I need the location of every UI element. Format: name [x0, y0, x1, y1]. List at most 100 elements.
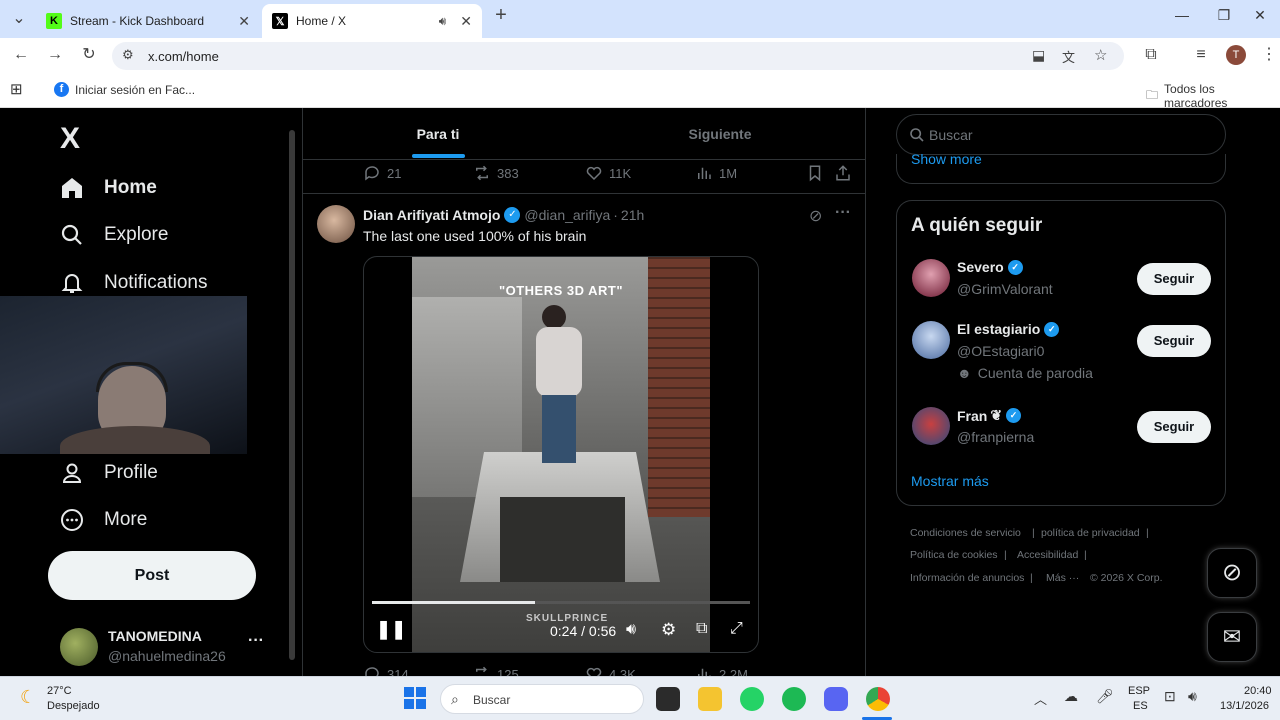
repost-action[interactable]: 125 [473, 665, 519, 676]
suggestion-estagiario[interactable]: El estagiario ✓ @OEstagiari0 ☻ Cuenta de… [897, 317, 1225, 387]
like-action[interactable]: 11K [585, 164, 631, 182]
follow-button[interactable]: Seguir [1137, 411, 1211, 443]
whatsapp-icon[interactable] [740, 687, 764, 711]
video-progress-track[interactable] [372, 601, 750, 604]
nav-more[interactable]: More [60, 508, 147, 532]
messages-float-button[interactable]: ✉ [1207, 612, 1257, 662]
like-action[interactable]: 4.3K [585, 665, 636, 676]
post-author-handle[interactable]: @dian_arifiya [524, 207, 610, 223]
bookmark-action[interactable] [806, 164, 830, 182]
weather-desc[interactable]: Despejado [47, 700, 100, 712]
footer-privacy[interactable]: política de privacidad [1041, 527, 1140, 539]
spotify-icon[interactable] [782, 687, 806, 711]
back-button[interactable]: ← [10, 44, 32, 66]
tab-siguiente[interactable]: Siguiente [645, 108, 795, 158]
task-view-icon[interactable] [656, 687, 680, 711]
suggestion-name: Severo ✓ [957, 259, 1023, 275]
site-info-icon[interactable]: ⚙ [122, 47, 134, 63]
language-top[interactable]: ESP [1128, 685, 1150, 697]
nav-profile[interactable]: Profile [60, 461, 158, 485]
footer-terms[interactable]: Condiciones de servicio [910, 527, 1021, 539]
pip-icon[interactable]: ⧉ [696, 620, 707, 638]
reply-action[interactable]: 21 [363, 164, 401, 182]
tray-chevron-icon[interactable]: ︿ [1034, 689, 1047, 708]
tab-search-icon[interactable]: ⌄ [8, 8, 30, 30]
onedrive-icon[interactable]: ☁ [1064, 688, 1078, 705]
clock-time[interactable]: 20:40 [1244, 685, 1272, 697]
tab-home-x[interactable]: 𝕏 Home / X 🔊︎ ✕ [262, 4, 482, 38]
install-app-icon[interactable]: ⬓ [1032, 47, 1045, 64]
suggestion-fran[interactable]: Fran ❦ ✓ @franpierna Seguir [897, 403, 1225, 457]
windows-start-icon[interactable] [404, 687, 426, 709]
footer-more[interactable]: Más ··· [1046, 572, 1079, 584]
reload-button[interactable]: ↻ [78, 44, 100, 66]
x-logo[interactable]: X [60, 122, 80, 156]
footer-ads-info[interactable]: Información de anuncios [910, 572, 1024, 584]
network-icon[interactable]: ⊡ [1164, 688, 1176, 705]
file-explorer-icon[interactable] [698, 687, 722, 711]
address-bar[interactable]: ⚙ x.com/home ⬓ 文 ☆ [112, 42, 1124, 70]
grok-icon[interactable]: ⊘ [809, 206, 822, 226]
volume-icon[interactable]: 🔊︎ [626, 621, 636, 639]
reply-action[interactable]: 314 [363, 665, 409, 676]
language-bottom[interactable]: ES [1133, 700, 1148, 712]
forward-button[interactable]: → [44, 44, 66, 66]
tab-para-ti[interactable]: Para ti [363, 108, 513, 158]
suggestion-severo[interactable]: Severo ✓ @GrimValorant Seguir [897, 255, 1225, 309]
post-more-icon[interactable]: ··· [835, 204, 851, 222]
apps-grid-icon[interactable]: ⊞ [10, 80, 23, 98]
post-time[interactable]: 21h [621, 207, 644, 223]
account-more-icon[interactable]: ··· [248, 632, 264, 650]
footer-cookies[interactable]: Política de cookies [910, 549, 998, 561]
close-window-button[interactable]: ✕ [1240, 4, 1280, 26]
media-control-icon[interactable]: ≡ [1190, 44, 1212, 66]
fullscreen-icon[interactable]: ⤢ [730, 620, 743, 638]
tab-kick-dashboard[interactable]: K Stream - Kick Dashboard ✕ [36, 4, 260, 38]
translate-icon[interactable]: 文 [1062, 47, 1075, 66]
all-bookmarks[interactable]: 🗀 Todos los marcadores [1146, 82, 1280, 110]
menu-icon[interactable]: ⋮ [1258, 44, 1280, 66]
microphone-icon[interactable]: 🎤︎ [1096, 688, 1114, 705]
taskbar-search[interactable]: ⌕ Buscar [440, 684, 644, 714]
repost-action[interactable]: 383 [473, 164, 519, 182]
volume-icon[interactable]: 🔊︎ [1188, 688, 1197, 705]
close-tab-icon[interactable]: ✕ [460, 13, 472, 30]
video-player[interactable]: "OTHERS 3D ART" SKULLPRINCE ❚❚ 0:24 / 0:… [363, 256, 759, 653]
nav-notifications[interactable]: Notifications [60, 271, 208, 295]
close-tab-icon[interactable]: ✕ [238, 13, 250, 30]
restore-button[interactable]: ❐ [1204, 4, 1244, 26]
extensions-icon[interactable]: ⧉ [1140, 44, 1162, 66]
nav-explore[interactable]: Explore [60, 223, 168, 247]
footer-accessibility[interactable]: Accesibilidad [1017, 549, 1078, 561]
emoji-icon: ❦ [990, 407, 1003, 423]
search-box[interactable]: Buscar [896, 114, 1226, 155]
new-tab-button[interactable]: + [490, 4, 512, 26]
weather-temp[interactable]: 27°C [47, 685, 72, 697]
post-author-name[interactable]: Dian Arifiyati Atmojo [363, 207, 500, 223]
show-more-link[interactable]: Mostrar más [911, 473, 989, 489]
post-button[interactable]: Post [48, 551, 256, 600]
chrome-icon[interactable] [866, 687, 890, 711]
settings-icon[interactable]: ⚙ [661, 620, 676, 640]
minimize-button[interactable]: — [1162, 4, 1202, 26]
show-more-link[interactable]: Show more [911, 151, 982, 167]
views-action[interactable]: 1M [695, 164, 737, 182]
nav-home[interactable]: Home [60, 176, 157, 200]
grok-float-button[interactable]: ⊘ [1207, 548, 1257, 598]
discord-icon[interactable] [824, 687, 848, 711]
clock-date[interactable]: 13/1/2026 [1220, 700, 1269, 712]
follow-button[interactable]: Seguir [1137, 325, 1211, 357]
views-action[interactable]: 2.2M [695, 665, 748, 676]
sidebar-scrollbar[interactable] [287, 120, 297, 668]
bookmark-star-icon[interactable]: ☆ [1094, 46, 1107, 64]
account-switcher[interactable]: TANOMEDINA @nahuelmedina26 ··· [58, 626, 276, 670]
profile-avatar[interactable]: T [1226, 45, 1246, 65]
pause-icon[interactable]: ❚❚ [376, 619, 406, 640]
share-action[interactable] [834, 164, 858, 182]
follow-button[interactable]: Seguir [1137, 263, 1211, 295]
bookmark-facebook[interactable]: f Iniciar sesión en Fac... [54, 82, 195, 97]
post-author-avatar[interactable] [317, 205, 355, 243]
scroll-thumb[interactable] [289, 130, 295, 660]
url-text[interactable]: x.com/home [148, 49, 219, 64]
speaker-icon[interactable]: 🔊︎ [439, 14, 447, 29]
